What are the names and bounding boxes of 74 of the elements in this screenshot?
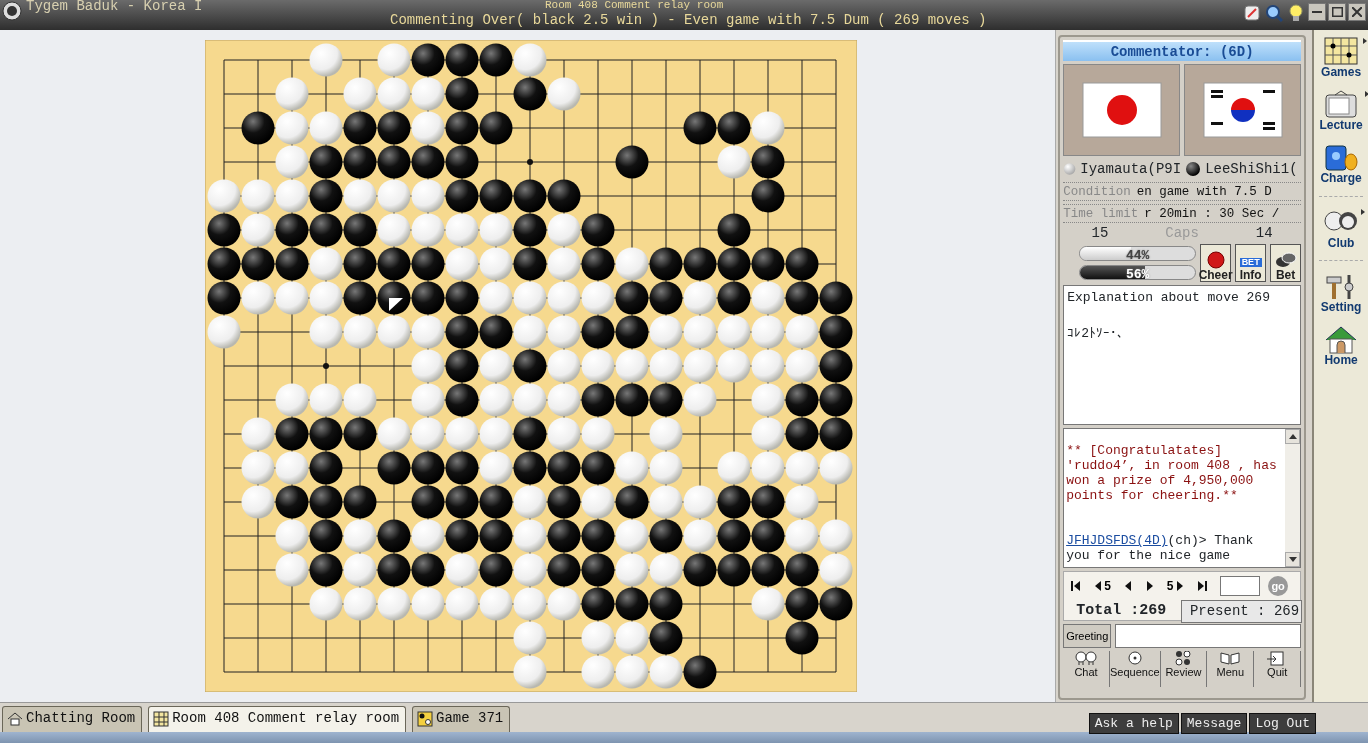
down-arrow-icon bbox=[1288, 557, 1297, 562]
field-value: en game with 7.5 D bbox=[1136, 185, 1272, 199]
setting-button[interactable]: Setting bbox=[1320, 270, 1362, 314]
charge-button[interactable]: Charge bbox=[1320, 142, 1362, 186]
field-label: Condition bbox=[1063, 185, 1131, 199]
pencil-icon[interactable] bbox=[1242, 3, 1262, 23]
go-board[interactable] bbox=[205, 40, 857, 692]
forward-five-button[interactable]: 5 bbox=[1163, 579, 1188, 593]
user-link[interactable]: JFHJDSFDS(4D) bbox=[1066, 533, 1168, 548]
stones-icon bbox=[417, 710, 434, 727]
chips-icon bbox=[1274, 251, 1297, 269]
menu-button[interactable]: Menu bbox=[1207, 651, 1255, 687]
home-button[interactable]: Home bbox=[1323, 323, 1360, 368]
lecture-button[interactable]: Lecture bbox=[1319, 89, 1363, 133]
close-button[interactable] bbox=[1348, 3, 1366, 21]
player-name: LeeShiShi1( bbox=[1205, 159, 1298, 179]
room-tab[interactable]: Chatting Room bbox=[2, 706, 143, 732]
info-button[interactable]: BET Info bbox=[1235, 244, 1267, 282]
back-five-button[interactable]: 5 bbox=[1090, 579, 1114, 593]
total-moves: Total :269 bbox=[1076, 601, 1167, 622]
battery-icon bbox=[1323, 142, 1360, 173]
search-icon[interactable] bbox=[1264, 3, 1284, 23]
greeting-field[interactable] bbox=[1115, 624, 1302, 648]
present-move: Present : 269 bbox=[1180, 600, 1303, 623]
review-button[interactable]: Review bbox=[1160, 651, 1208, 687]
grid-icon bbox=[153, 710, 170, 727]
close-icon bbox=[1352, 7, 1362, 17]
explanation-title: Explanation about move 269 bbox=[1067, 289, 1271, 307]
move-number-field[interactable] bbox=[1220, 576, 1261, 596]
tv-icon bbox=[1323, 89, 1360, 120]
chat-message: ** [Congratulatates] 'ruddo4’, in room 408 , has won a prize of 4,950,000 points for cheering.** bbox=[1066, 443, 1278, 503]
sequence-button[interactable]: Sequence bbox=[1110, 651, 1161, 687]
maximize-icon bbox=[1331, 7, 1343, 17]
caps-label: Caps bbox=[1165, 226, 1199, 241]
explanation-text: ｺﾚ2ﾄｿｰ･､ bbox=[1067, 324, 1125, 343]
quit-button[interactable]: Quit bbox=[1254, 651, 1302, 687]
maximize-button[interactable] bbox=[1328, 3, 1346, 21]
chat-message: JFHJDSFDS(4D)(ch)> Thank you for the nice game bbox=[1066, 533, 1255, 563]
footer-button[interactable]: Log Out bbox=[1249, 713, 1316, 734]
bet-button[interactable]: Bet bbox=[1270, 244, 1302, 282]
room-title: Room 408 Comment relay room bbox=[545, 0, 724, 11]
player-name: Iyamauta(P9I bbox=[1080, 159, 1182, 179]
lightbulb-icon[interactable] bbox=[1286, 3, 1306, 23]
triangle-icon bbox=[1174, 580, 1185, 592]
footer-button[interactable]: Ask a help bbox=[1088, 713, 1179, 734]
window-title: Tygem Baduk - Korea I bbox=[26, 0, 203, 16]
bet-badge: BET bbox=[1239, 258, 1262, 267]
field-label: Time limit bbox=[1063, 207, 1139, 221]
house-icon bbox=[7, 710, 23, 727]
up-arrow-icon bbox=[1288, 434, 1297, 439]
capture-count: 14 bbox=[1255, 226, 1273, 241]
games-button[interactable]: Games bbox=[1321, 36, 1362, 80]
grid-icon bbox=[1323, 36, 1360, 66]
skip-icon bbox=[1196, 580, 1207, 592]
triangle-icon bbox=[1144, 580, 1155, 592]
field-value: r 20min : 30 Sec / bbox=[1144, 207, 1280, 221]
scroll-down-button[interactable] bbox=[1285, 552, 1301, 567]
win-rate-reading: 44% bbox=[1124, 247, 1151, 260]
triangle-icon bbox=[1093, 580, 1104, 592]
minimize-icon bbox=[1312, 11, 1322, 13]
chat-button[interactable]: Chat bbox=[1063, 651, 1110, 687]
club-button[interactable]: Club bbox=[1323, 206, 1360, 250]
app-logo-icon bbox=[2, 1, 22, 21]
commentator-header: Commentator: (6D) bbox=[1063, 40, 1302, 61]
book-icon bbox=[1219, 651, 1242, 666]
minimize-button[interactable] bbox=[1308, 3, 1326, 21]
footer-button[interactable]: Message bbox=[1180, 713, 1248, 734]
capture-count: 15 bbox=[1091, 226, 1109, 241]
greeting-button[interactable]: Greeting bbox=[1063, 624, 1112, 648]
scroll-up-button[interactable] bbox=[1285, 429, 1301, 444]
game-status: Commenting Over( black 2.5 win ) - Even game with 7.5 Dum ( 269 moves ) bbox=[390, 11, 987, 30]
room-tab[interactable]: Game 371 bbox=[412, 706, 511, 732]
room-tab[interactable]: Room 408 Comment relay room bbox=[148, 706, 407, 732]
skip-icon bbox=[1071, 580, 1082, 592]
